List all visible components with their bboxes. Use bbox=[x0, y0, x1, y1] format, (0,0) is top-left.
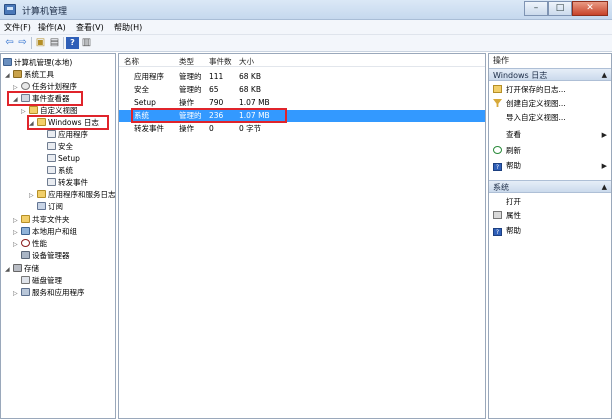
tree-item-subscriptions[interactable]: 订阅 bbox=[37, 201, 63, 213]
menu-help[interactable]: 帮助(H) bbox=[114, 22, 142, 33]
action-properties[interactable]: 属性 bbox=[493, 210, 521, 222]
action-open-saved-log[interactable]: 打开保存的日志... bbox=[493, 84, 566, 96]
filter-icon bbox=[493, 99, 502, 107]
highlight-windows-logs bbox=[27, 115, 109, 130]
menu-action[interactable]: 操作(A) bbox=[38, 22, 66, 33]
menu-file[interactable]: 文件(F) bbox=[4, 22, 31, 33]
column-count[interactable]: 事件数 bbox=[209, 56, 232, 67]
collapse-icon[interactable]: ◢ bbox=[5, 70, 13, 82]
log-icon bbox=[47, 142, 56, 150]
window-controls: – □ ✕ bbox=[524, 1, 608, 16]
tree-item-device-manager[interactable]: 设备管理器 bbox=[21, 250, 70, 262]
tree-item-log-application[interactable]: 应用程序 bbox=[47, 129, 88, 141]
highlight-event-viewer bbox=[7, 91, 83, 106]
subscription-icon bbox=[37, 202, 46, 210]
log-icon bbox=[47, 166, 56, 174]
actions-section-system[interactable]: 系统 ▲ bbox=[489, 180, 611, 193]
device-manager-icon bbox=[21, 251, 30, 259]
refresh-icon bbox=[493, 146, 502, 154]
computer-icon bbox=[3, 58, 12, 66]
column-type[interactable]: 类型 bbox=[179, 56, 194, 67]
actions-title: 操作 bbox=[489, 54, 611, 67]
action-create-custom-view[interactable]: 创建自定义视图... bbox=[493, 98, 566, 110]
tree-item-local-users[interactable]: ▷ 本地用户和组 bbox=[13, 226, 77, 238]
expand-icon[interactable]: ▷ bbox=[29, 190, 37, 202]
collapse-up-icon[interactable]: ▲ bbox=[602, 181, 607, 194]
list-row-security[interactable]: 安全 管理的 65 68 KB bbox=[119, 84, 485, 96]
column-name[interactable]: 名称 bbox=[124, 56, 139, 67]
action-help[interactable]: ? 帮助 ▶ bbox=[493, 160, 611, 172]
forward-arrow-icon[interactable]: ⇨ bbox=[16, 37, 29, 49]
column-size[interactable]: 大小 bbox=[239, 56, 254, 67]
submenu-arrow-icon: ▶ bbox=[601, 162, 607, 170]
computer-management-icon bbox=[4, 4, 16, 15]
tree-item-log-security[interactable]: 安全 bbox=[47, 141, 73, 153]
folder-icon bbox=[29, 106, 38, 114]
log-icon bbox=[47, 178, 56, 186]
users-icon bbox=[21, 227, 30, 235]
window-title: 计算机管理 bbox=[22, 7, 68, 17]
help-icon: ? bbox=[493, 163, 502, 171]
highlight-system-row bbox=[131, 108, 287, 123]
help-icon[interactable]: ? bbox=[66, 37, 79, 49]
toolbar-separator bbox=[31, 37, 32, 49]
list-row-application[interactable]: 应用程序 管理的 111 68 KB bbox=[119, 71, 485, 83]
action-import-custom-view[interactable]: 导入自定义视图... bbox=[493, 112, 566, 124]
list-row-forwarded[interactable]: 转发事件 操作 0 0 字节 bbox=[119, 123, 485, 135]
folder-icon bbox=[37, 190, 46, 198]
collapse-up-icon[interactable]: ▲ bbox=[602, 69, 607, 82]
action-pane-icon[interactable]: ▥ bbox=[80, 37, 93, 49]
log-icon bbox=[47, 130, 56, 138]
list-header: 名称 类型 事件数 大小 bbox=[119, 54, 485, 67]
close-button[interactable]: ✕ bbox=[572, 1, 608, 16]
tree-item-log-forwarded[interactable]: 转发事件 bbox=[47, 177, 88, 189]
expand-icon[interactable]: ▷ bbox=[13, 239, 21, 251]
open-log-icon bbox=[493, 85, 502, 93]
up-folder-icon[interactable]: ▣ bbox=[34, 37, 47, 49]
tree-item-storage[interactable]: ◢ 存储 bbox=[5, 263, 39, 275]
tree-item-computer-management[interactable]: 计算机管理(本地) bbox=[3, 57, 72, 69]
storage-icon bbox=[13, 264, 22, 272]
title-bar: 计算机管理 – □ ✕ bbox=[0, 0, 612, 20]
actions-section-windows-logs[interactable]: Windows 日志 ▲ bbox=[489, 68, 611, 81]
tree-item-log-setup[interactable]: Setup bbox=[47, 153, 80, 165]
tools-icon bbox=[13, 70, 22, 78]
clock-icon bbox=[21, 82, 30, 90]
maximize-button[interactable]: □ bbox=[548, 1, 572, 16]
properties-icon bbox=[493, 211, 502, 219]
menu-view[interactable]: 查看(V) bbox=[76, 22, 104, 33]
action-view[interactable]: 查看 ▶ bbox=[493, 129, 611, 141]
action-refresh[interactable]: 刷新 bbox=[493, 145, 521, 157]
services-icon bbox=[21, 288, 30, 296]
tree-item-log-system[interactable]: 系统 bbox=[47, 165, 73, 177]
toolbar: ⇦ ⇨ ▣ ▤ ? ▥ bbox=[0, 35, 612, 52]
performance-icon bbox=[21, 239, 30, 247]
log-list: 名称 类型 事件数 大小 应用程序 管理的 111 68 KB 安全 管理的 6… bbox=[118, 53, 486, 419]
submenu-arrow-icon: ▶ bbox=[601, 131, 607, 139]
console-tree: 计算机管理(本地) ◢ 系统工具 ▷ 任务计划程序 ◢ 事件查看器 ▷ 自定义视图 ◢ W… bbox=[0, 53, 116, 419]
tree-item-app-service-logs[interactable]: ▷ 应用程序和服务日志 bbox=[29, 189, 116, 201]
disk-icon bbox=[21, 276, 30, 284]
menu-bar: 文件(F) 操作(A) 查看(V) 帮助(H) bbox=[0, 20, 612, 35]
tree-item-disk-management[interactable]: 磁盘管理 bbox=[21, 275, 62, 287]
back-arrow-icon[interactable]: ⇦ bbox=[3, 37, 16, 49]
show-hide-tree-icon[interactable]: ▤ bbox=[48, 37, 61, 49]
action-open[interactable]: 打开 bbox=[493, 196, 521, 208]
toolbar-separator bbox=[63, 37, 64, 49]
minimize-button[interactable]: – bbox=[524, 1, 548, 16]
tree-item-services-apps[interactable]: ▷ 服务和应用程序 bbox=[13, 287, 85, 299]
collapse-icon[interactable]: ◢ bbox=[5, 264, 13, 276]
log-icon bbox=[47, 154, 56, 162]
expand-icon[interactable]: ▷ bbox=[13, 288, 21, 300]
tree-item-system-tools[interactable]: ◢ 系统工具 bbox=[5, 69, 54, 81]
tree-item-performance[interactable]: ▷ 性能 bbox=[13, 238, 47, 250]
tree-item-shared-folders[interactable]: ▷ 共享文件夹 bbox=[13, 214, 70, 226]
shared-folder-icon bbox=[21, 215, 30, 223]
action-help-system[interactable]: ? 帮助 bbox=[493, 225, 521, 237]
actions-pane: 操作 Windows 日志 ▲ 打开保存的日志... 创建自定义视图... 导入… bbox=[488, 53, 612, 419]
help-icon: ? bbox=[493, 228, 502, 236]
